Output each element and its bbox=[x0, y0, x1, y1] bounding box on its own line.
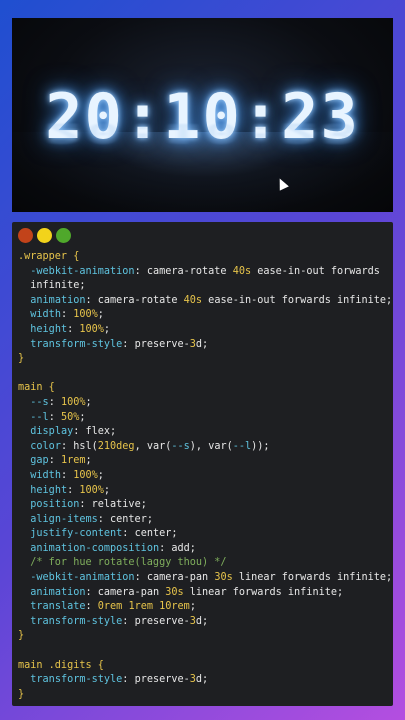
minimize-dot-icon[interactable] bbox=[37, 228, 52, 243]
code-line: translate: 0rem 1rem 10rem; bbox=[30, 601, 196, 613]
code-line: align-items: center; bbox=[30, 513, 153, 525]
code-line: } bbox=[18, 353, 25, 365]
clock-preview: 20:10:23 20:10:23 bbox=[12, 18, 393, 212]
code-line: gap: 1rem; bbox=[30, 455, 92, 467]
code-line: .wrapper { bbox=[18, 251, 80, 262]
code-line: } bbox=[18, 630, 25, 642]
maximize-dot-icon[interactable] bbox=[56, 228, 71, 243]
code-line: width: 100%; bbox=[30, 309, 104, 321]
code-line: animation-composition: add; bbox=[30, 542, 196, 554]
code-line: /* for hue rotate(laggy thou) */ bbox=[18, 557, 227, 569]
code-line: transform-style: preserve-3d; bbox=[30, 338, 209, 350]
code-line: infinite; bbox=[18, 280, 86, 292]
code-line: width: 100%; bbox=[30, 469, 104, 481]
code-line: animation: camera-rotate 40s ease-in-out… bbox=[30, 294, 393, 306]
code-line: main .digits { bbox=[18, 659, 104, 671]
code-line: animation: camera-pan 30s linear forward… bbox=[30, 586, 344, 598]
code-block: .wrapper { -webkit-animation: camera-rot… bbox=[18, 250, 392, 702]
window-controls bbox=[18, 228, 71, 243]
code-line: --s: 100%; bbox=[30, 396, 92, 408]
close-dot-icon[interactable] bbox=[18, 228, 33, 243]
code-editor: .wrapper { -webkit-animation: camera-rot… bbox=[12, 222, 393, 706]
code-line: --l: 50%; bbox=[30, 411, 86, 423]
code-line: color: hsl(210deg, var(--s), var(--l)); bbox=[30, 440, 270, 452]
code-line: height: 100%; bbox=[30, 323, 111, 335]
code-line: display: flex; bbox=[30, 426, 117, 438]
code-line: -webkit-animation: camera-rotate 40s eas… bbox=[30, 265, 380, 277]
code-line: main { bbox=[18, 382, 55, 394]
code-line: } bbox=[18, 688, 25, 700]
code-line: justify-content: center; bbox=[30, 528, 178, 540]
code-line: height: 100%; bbox=[30, 484, 111, 496]
code-line: transform-style: preserve-3d; bbox=[30, 615, 209, 627]
code-line: position: relative; bbox=[30, 499, 147, 511]
code-line: -webkit-animation: camera-pan 30s linear… bbox=[30, 572, 393, 584]
code-line: transform-style: preserve-3d; bbox=[30, 674, 209, 686]
clock-reflection: 20:10:23 bbox=[45, 117, 360, 150]
